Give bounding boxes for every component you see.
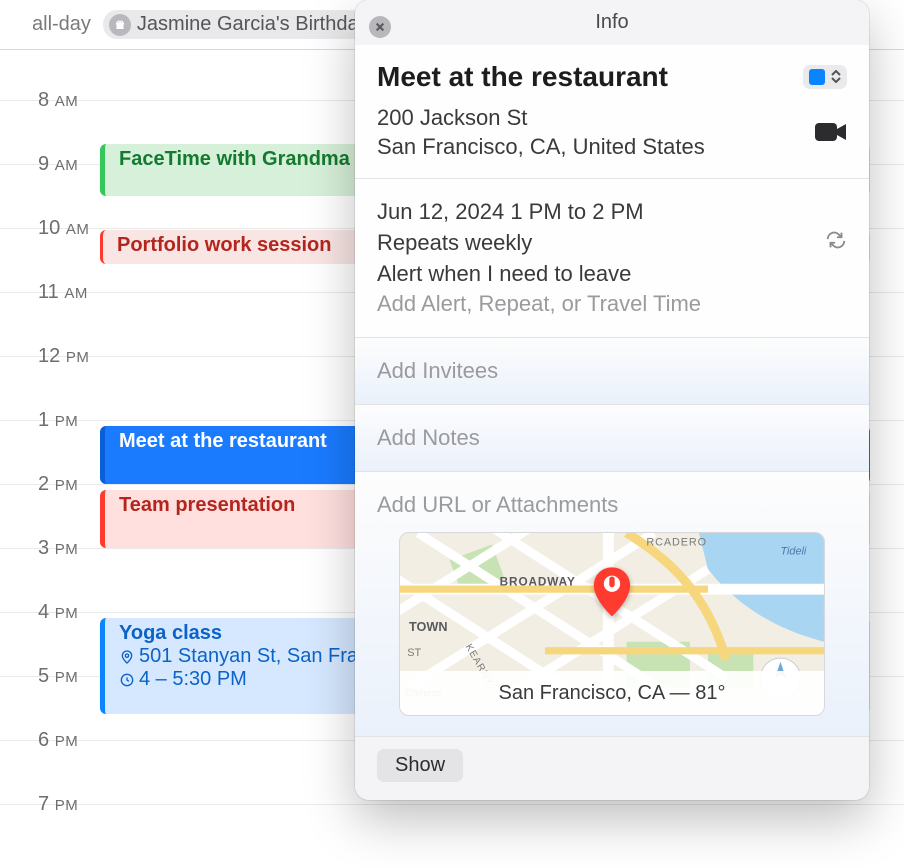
- svg-text:BROADWAY: BROADWAY: [500, 576, 576, 589]
- video-call-icon[interactable]: [815, 121, 847, 143]
- event-alert[interactable]: Alert when I need to leave: [377, 261, 631, 287]
- event-name-text[interactable]: Meet at the restaurant: [377, 61, 668, 93]
- add-url-placeholder: Add URL or Attachments: [377, 492, 618, 518]
- event-datetime[interactable]: Jun 12, 2024 1 PM to 2 PM: [377, 199, 644, 225]
- event-title-section: Meet at the restaurant 200 Jackson St Sa…: [355, 45, 869, 178]
- show-button[interactable]: Show: [377, 749, 463, 782]
- popover-header: Info: [355, 0, 869, 45]
- add-url-section[interactable]: Add URL or Attachments: [355, 471, 869, 736]
- hour-row: 7 PM: [0, 804, 904, 868]
- popover-title: Info: [595, 11, 628, 34]
- add-notes-section[interactable]: Add Notes: [355, 404, 869, 471]
- svg-text:TOWN: TOWN: [409, 620, 447, 634]
- close-button[interactable]: [369, 16, 391, 38]
- svg-text:Tideli: Tideli: [780, 546, 806, 558]
- add-invitees-section[interactable]: Add Invitees: [355, 337, 869, 404]
- svg-text:ST: ST: [407, 647, 421, 659]
- repeat-icon: [825, 229, 847, 257]
- event-datetime-section: Jun 12, 2024 1 PM to 2 PM Repeats weekly…: [355, 178, 869, 337]
- hour-label: 8 AM: [38, 89, 78, 112]
- calendar-color-swatch: [809, 69, 825, 85]
- add-invitees-placeholder: Add Invitees: [377, 358, 498, 384]
- svg-text:RCADERO: RCADERO: [646, 537, 707, 549]
- all-day-event-title: Jasmine Garcia's Birthday: [137, 13, 369, 36]
- event-location-text[interactable]: 200 Jackson St San Francisco, CA, United…: [377, 103, 705, 162]
- add-alert-placeholder[interactable]: Add Alert, Repeat, or Travel Time: [377, 291, 701, 317]
- add-notes-placeholder: Add Notes: [377, 425, 480, 451]
- event-repeat[interactable]: Repeats weekly: [377, 230, 532, 256]
- gift-icon: [109, 14, 131, 36]
- chevron-up-down-icon: [831, 70, 841, 83]
- map-weather-footer: San Francisco, CA — 81°: [400, 671, 824, 715]
- all-day-event-pill[interactable]: Jasmine Garcia's Birthday: [103, 10, 383, 39]
- location-map[interactable]: BROADWAY KEARNY TOWN ST RCADERO Tideli C…: [399, 532, 825, 716]
- event-info-popover: Info Meet at the restaurant 200 Jackson …: [355, 0, 869, 800]
- calendar-picker[interactable]: [803, 65, 847, 89]
- all-day-label: all-day: [32, 13, 91, 36]
- popover-footer: Show: [355, 736, 869, 800]
